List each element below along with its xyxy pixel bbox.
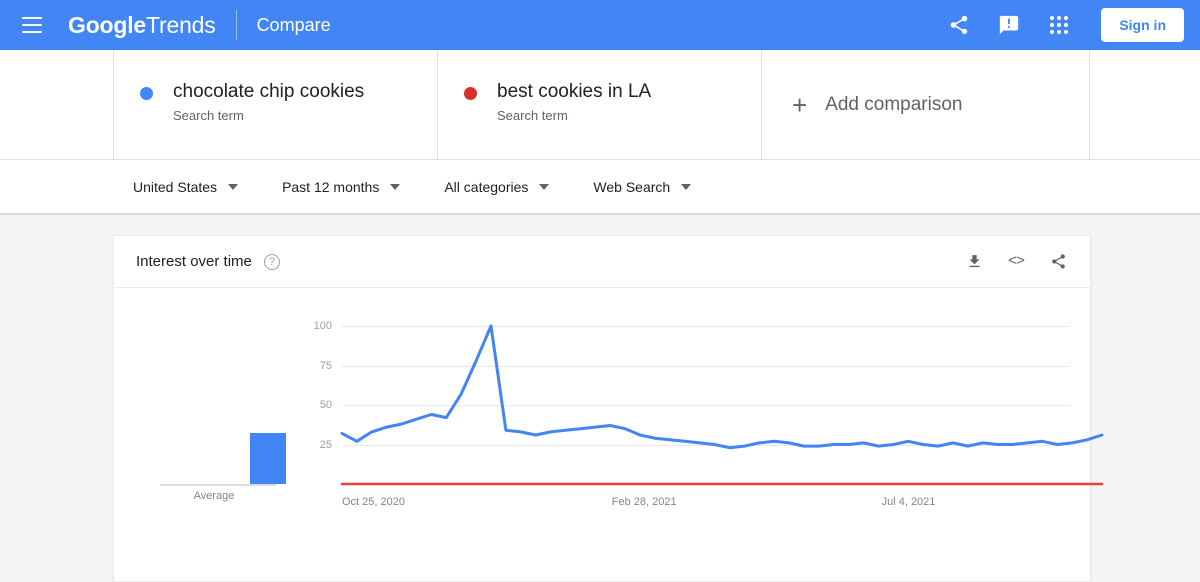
average-bar[interactable]	[250, 433, 286, 484]
series-color-dot-1	[464, 87, 477, 100]
comparison-row: chocolate chip cookies Search term best …	[0, 50, 1200, 160]
chart-body: Average 100 75 50 25 Oct 25, 2020 Feb 28, 20…	[114, 288, 1104, 581]
share-icon[interactable]	[1048, 252, 1068, 272]
average-baseline	[160, 484, 276, 486]
download-icon[interactable]	[964, 252, 984, 272]
plus-icon: +	[792, 89, 808, 120]
filter-category-label: All categories	[444, 178, 529, 195]
average-label: Average	[193, 490, 235, 502]
interest-over-time-card: Interest over time ? <> Average 100 75 5…	[113, 235, 1104, 582]
page-section-title: Compare	[256, 14, 331, 35]
embed-code-icon[interactable]: <>	[1006, 252, 1026, 272]
filter-location[interactable]: United States	[133, 178, 239, 195]
chevron-down-icon	[539, 183, 550, 190]
filter-location-label: United States	[133, 178, 218, 195]
app-header: GoogleTrends Compare Sign in	[0, 0, 1200, 50]
series-color-dot-0	[140, 87, 153, 100]
filter-search-type[interactable]: Web Search	[593, 178, 692, 195]
share-icon[interactable]	[947, 13, 971, 37]
brand-google: Google	[68, 11, 147, 38]
header-actions: Sign in	[947, 8, 1184, 42]
page-title: Interest over time	[136, 253, 252, 270]
comparison-item-0[interactable]: chocolate chip cookies Search term	[113, 50, 438, 159]
chevron-down-icon	[228, 183, 239, 190]
brand-trends: Trends	[146, 11, 216, 38]
filter-search-type-label: Web Search	[593, 178, 671, 195]
comparison-term-0: chocolate chip cookies	[173, 81, 365, 102]
help-icon[interactable]: ?	[263, 253, 280, 270]
chevron-down-icon	[681, 183, 692, 190]
series-line-0	[340, 324, 1104, 450]
filter-time-range[interactable]: Past 12 months	[282, 178, 401, 195]
filter-time-range-label: Past 12 months	[282, 178, 380, 195]
chevron-down-icon	[390, 183, 401, 190]
filter-bar: United States Past 12 months All categor…	[0, 160, 1200, 215]
sign-in-button[interactable]: Sign in	[1101, 8, 1184, 42]
time-series-plot[interactable]: 100 75 50 25 Oct 25, 2020 Feb 28, 2021 Jul 4,…	[284, 288, 1104, 581]
add-comparison-button[interactable]: + Add comparison	[761, 50, 1090, 159]
comparison-term-1: best cookies in LA	[497, 81, 652, 102]
apps-grid-icon[interactable]	[1047, 13, 1071, 37]
comparison-type-1: Search term	[497, 108, 568, 123]
main-content: Interest over time ? <> Average 100 75 5…	[0, 215, 1200, 582]
comparison-type-0: Search term	[173, 108, 244, 123]
google-trends-logo[interactable]: GoogleTrends	[68, 12, 216, 39]
filter-category[interactable]: All categories	[444, 178, 550, 195]
card-header: Interest over time ? <>	[114, 236, 1090, 288]
average-bar-chart: Average	[144, 288, 286, 581]
feedback-icon[interactable]	[997, 13, 1021, 37]
comparison-item-1[interactable]: best cookies in LA Search term	[437, 50, 762, 159]
series-lines	[340, 324, 1104, 486]
hamburger-icon[interactable]	[22, 13, 46, 37]
header-divider	[235, 10, 237, 40]
add-comparison-label: Add comparison	[825, 93, 963, 115]
card-actions: <>	[964, 252, 1068, 272]
